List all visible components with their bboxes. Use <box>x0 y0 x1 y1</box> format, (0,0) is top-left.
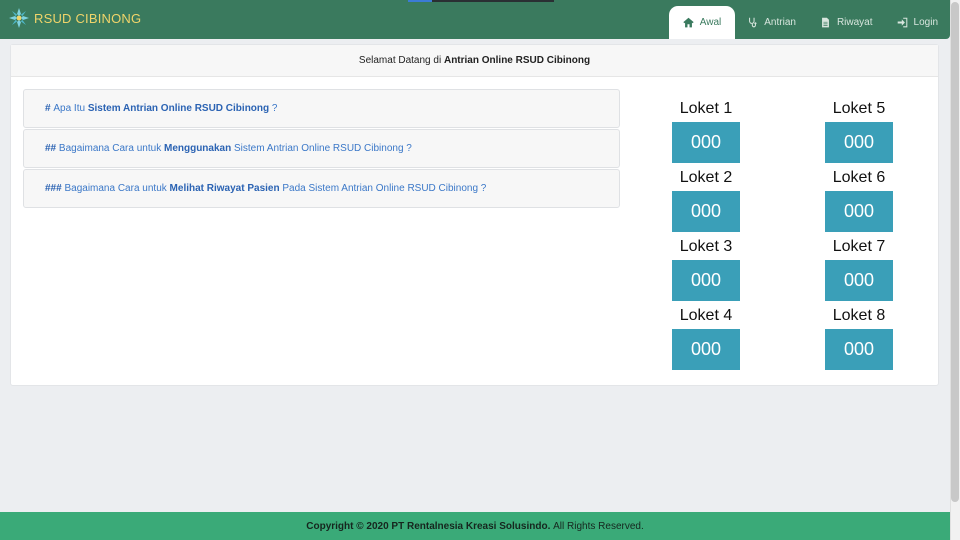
footer: Copyright © 2020 PT Rentalnesia Kreasi S… <box>0 512 950 540</box>
sign-in-icon <box>897 17 907 28</box>
loket-title: Loket 1 <box>679 100 733 117</box>
faq-text: Pada Sistem Antrian Online RSUD Cibinong… <box>282 183 487 194</box>
faq-item-2[interactable]: ## Bagaimana Cara untuk Menggunakan Sist… <box>23 129 620 168</box>
loket-8: Loket 8 000 <box>825 305 893 370</box>
loket-number: 000 <box>825 122 893 163</box>
loket-7: Loket 7 000 <box>825 236 893 301</box>
nav-riwayat[interactable]: Riwayat <box>808 6 885 39</box>
nav-awal[interactable]: Awal <box>668 6 736 39</box>
faq-marker: ### <box>45 183 62 194</box>
loket-title: Loket 2 <box>679 169 733 186</box>
welcome-header: Selamat Datang di Antrian Online RSUD Ci… <box>11 45 938 77</box>
nav-antrian-label: Antrian <box>764 17 796 28</box>
nav-login[interactable]: Login <box>885 6 950 39</box>
nav-antrian[interactable]: Antrian <box>735 6 808 39</box>
footer-copyright: Copyright © 2020 PT Rentalnesia Kreasi S… <box>306 520 551 532</box>
faq-text: Apa Itu <box>53 103 86 114</box>
loket-number: 000 <box>825 260 893 301</box>
faq-bold: Sistem Antrian Online RSUD Cibinong <box>87 103 270 114</box>
nav-login-label: Login <box>913 17 938 28</box>
welcome-prefix: Selamat Datang di <box>358 55 442 66</box>
faq-bold: Menggunakan <box>163 143 232 154</box>
loket-number: 000 <box>672 122 740 163</box>
loket-5: Loket 5 000 <box>825 98 893 163</box>
loket-4: Loket 4 000 <box>672 305 740 370</box>
navbar: RSUD CIBINONG Awal Antrian Riwayat Login <box>0 0 950 39</box>
footer-rights: All Rights Reserved. <box>553 520 644 532</box>
loket-number: 000 <box>825 329 893 370</box>
loket-number: 000 <box>672 260 740 301</box>
hospital-logo-icon <box>9 8 29 28</box>
faq-marker: ## <box>45 143 57 154</box>
faq-text: ? <box>271 103 278 114</box>
faq-text: Bagaimana Cara untuk <box>64 183 167 194</box>
scrollbar-thumb[interactable] <box>951 2 959 502</box>
loket-title: Loket 8 <box>832 307 886 324</box>
loket-title: Loket 5 <box>832 100 886 117</box>
faq-text: Sistem Antrian Online RSUD Cibinong ? <box>234 143 412 154</box>
faq-item-3[interactable]: ### Bagaimana Cara untuk Melihat Riwayat… <box>23 169 620 208</box>
document-icon <box>822 17 829 28</box>
loket-2: Loket 2 000 <box>672 167 740 232</box>
home-icon <box>683 17 694 28</box>
faq-text: Bagaimana Cara untuk <box>58 143 162 154</box>
scrollbar[interactable] <box>950 0 960 540</box>
brand-link[interactable]: RSUD CIBINONG <box>9 8 141 28</box>
loket-number: 000 <box>672 329 740 370</box>
loket-number: 000 <box>825 191 893 232</box>
faq-marker: # <box>45 103 51 114</box>
loket-1: Loket 1 000 <box>672 98 740 163</box>
faq-list: # Apa Itu Sistem Antrian Online RSUD Cib… <box>23 89 620 209</box>
loket-title: Loket 6 <box>832 169 886 186</box>
nav-riwayat-label: Riwayat <box>836 17 873 28</box>
loading-bar <box>408 0 554 2</box>
main-card: Selamat Datang di Antrian Online RSUD Ci… <box>10 44 939 386</box>
stethoscope-icon <box>749 17 757 28</box>
faq-bold: Melihat Riwayat Pasien <box>169 183 280 194</box>
faq-item-1[interactable]: # Apa Itu Sistem Antrian Online RSUD Cib… <box>23 89 620 128</box>
loket-6: Loket 6 000 <box>825 167 893 232</box>
welcome-highlight: Antrian Online RSUD Cibinong <box>443 55 591 66</box>
loket-title: Loket 4 <box>679 307 733 324</box>
nav-awal-label: Awal <box>699 17 722 28</box>
loket-number: 000 <box>672 191 740 232</box>
main-nav: Awal Antrian Riwayat Login <box>668 6 950 39</box>
loket-title: Loket 7 <box>832 238 886 255</box>
loket-title: Loket 3 <box>679 238 733 255</box>
loket-3: Loket 3 000 <box>672 236 740 301</box>
brand-name: RSUD CIBINONG <box>34 10 142 26</box>
